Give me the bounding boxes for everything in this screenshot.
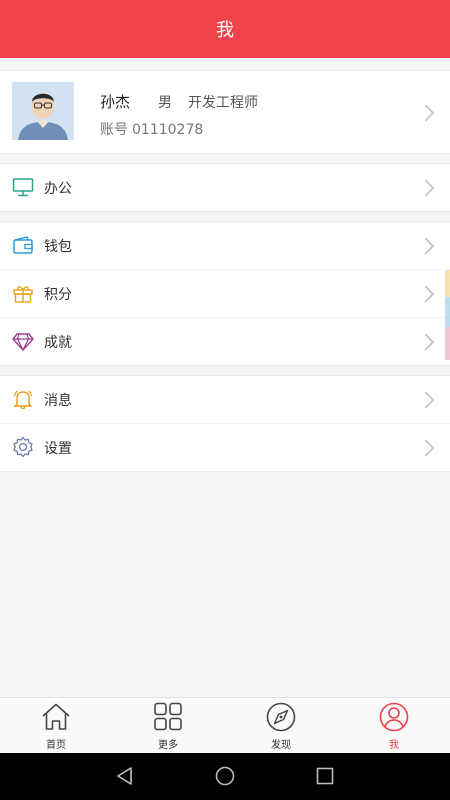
gift-icon	[13, 286, 33, 303]
menu-item-label: 成就	[44, 334, 72, 351]
home-icon	[42, 703, 70, 730]
menu-item-label: 积分	[44, 286, 72, 303]
bell-icon	[13, 390, 33, 410]
tab-label: 首页	[46, 740, 66, 751]
tab-label: 我	[389, 740, 399, 751]
tab-home[interactable]: 首页	[0, 698, 112, 754]
menu-item-office[interactable]: 办公	[0, 164, 450, 211]
user-gender: 男	[158, 95, 172, 111]
chevron-right-icon	[417, 391, 435, 409]
bottom-tab-bar: 首页 更多 发现 我	[0, 697, 450, 754]
chevron-right-icon	[417, 104, 435, 122]
account-label: 账号	[100, 122, 128, 138]
back-icon[interactable]	[114, 765, 136, 787]
system-navigation-bar	[0, 753, 450, 800]
menu-item-label: 消息	[44, 392, 72, 409]
grid-icon	[154, 702, 182, 731]
chevron-right-icon	[417, 285, 435, 303]
compass-icon	[266, 702, 296, 732]
menu-item-settings[interactable]: 设置	[0, 423, 450, 471]
menu-group-assets: 钱包 积分 成就	[0, 221, 450, 366]
account-info: 账号 01110278	[100, 119, 203, 139]
diamond-icon	[12, 333, 34, 352]
tab-discover[interactable]: 发现	[225, 698, 337, 754]
user-job-title: 开发工程师	[188, 95, 258, 111]
menu-group-work: 办公	[0, 163, 450, 212]
top-bar: 我	[0, 0, 450, 58]
gear-icon	[13, 436, 33, 458]
monitor-icon	[12, 178, 34, 197]
edge-strip-blue	[445, 297, 450, 327]
menu-item-achievement[interactable]: 成就	[0, 317, 450, 365]
avatar	[12, 82, 74, 140]
edge-strip-yellow	[445, 270, 450, 297]
wallet-icon	[13, 236, 33, 254]
recent-apps-icon[interactable]	[314, 765, 336, 787]
menu-item-label: 钱包	[44, 238, 72, 255]
chevron-right-icon	[417, 237, 435, 255]
menu-item-label: 办公	[44, 180, 72, 197]
account-number: 01110278	[132, 122, 204, 138]
menu-item-messages[interactable]: 消息	[0, 376, 450, 423]
tab-label: 发现	[271, 740, 291, 751]
chevron-right-icon	[417, 333, 435, 351]
page-title: 我	[216, 20, 234, 41]
menu-item-points[interactable]: 积分	[0, 269, 450, 317]
edge-strip-pink	[445, 327, 450, 360]
profile-card[interactable]: 孙杰 男 开发工程师 账号 01110278	[0, 70, 450, 154]
chevron-right-icon	[417, 439, 435, 457]
chevron-right-icon	[417, 179, 435, 197]
user-circle-icon	[379, 702, 409, 732]
user-name: 孙杰	[100, 93, 131, 111]
home-circle-icon[interactable]	[214, 765, 236, 787]
menu-group-system: 消息 设置	[0, 375, 450, 472]
menu-item-label: 设置	[44, 440, 72, 457]
tab-label: 更多	[158, 740, 178, 751]
tab-me[interactable]: 我	[338, 698, 450, 754]
tab-more[interactable]: 更多	[112, 698, 224, 754]
menu-item-wallet[interactable]: 钱包	[0, 222, 450, 269]
